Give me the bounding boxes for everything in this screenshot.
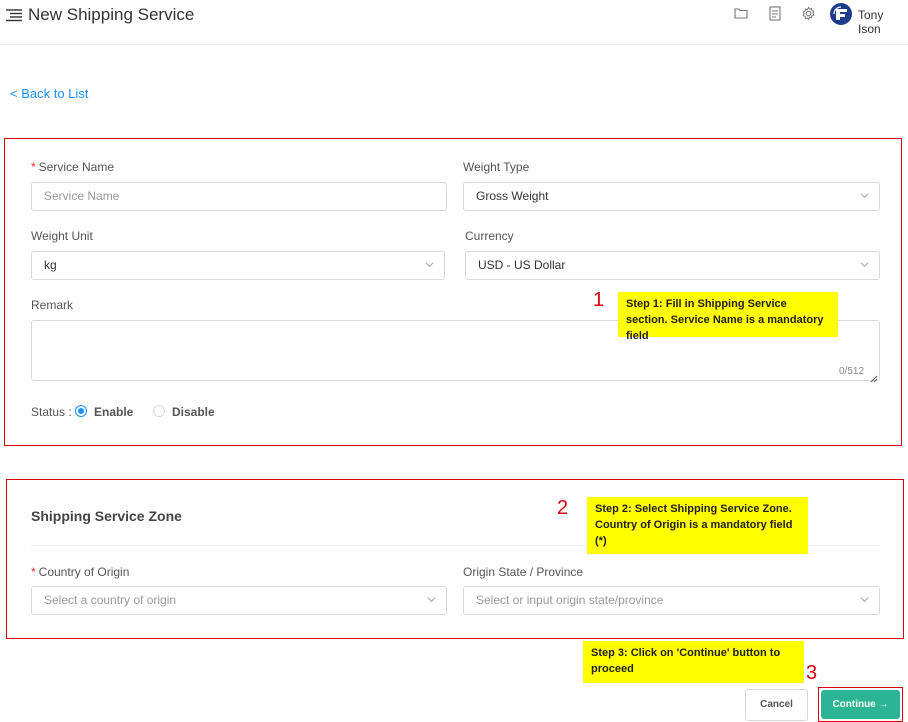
weight-type-label: Weight Type bbox=[463, 160, 530, 174]
weight-type-value: Gross Weight bbox=[476, 189, 549, 203]
settings-icon[interactable] bbox=[801, 6, 817, 22]
remark-label: Remark bbox=[31, 298, 74, 312]
user-name[interactable]: Tony Ison bbox=[858, 8, 908, 36]
country-label: * Country of Origin bbox=[31, 565, 130, 579]
zone-title: Shipping Service Zone bbox=[31, 508, 182, 524]
step2-callout: Step 2: Select Shipping Service Zone. Co… bbox=[587, 497, 808, 554]
chevron-down-icon bbox=[427, 597, 436, 603]
status-disable-label[interactable]: Disable bbox=[172, 405, 215, 419]
state-label: Origin State / Province bbox=[463, 565, 584, 579]
header-divider bbox=[0, 44, 908, 45]
chevron-down-icon bbox=[860, 597, 869, 603]
page-title: New Shipping Service bbox=[28, 5, 195, 24]
country-placeholder: Select a country of origin bbox=[44, 593, 177, 607]
weight-unit-label: Weight Unit bbox=[31, 229, 93, 243]
service-name-label: * Service Name bbox=[31, 160, 115, 174]
user-avatar[interactable] bbox=[830, 3, 852, 25]
step3-number: 3 bbox=[806, 662, 818, 684]
document-icon[interactable] bbox=[768, 6, 784, 22]
step3-callout: Step 3: Click on 'Continue' button to pr… bbox=[583, 641, 804, 683]
continue-highlight: Continue → bbox=[818, 687, 903, 722]
status-label: Status : bbox=[31, 405, 72, 419]
state-select[interactable]: Select or input origin state/province bbox=[463, 586, 880, 615]
chevron-down-icon bbox=[860, 193, 869, 199]
chevron-down-icon bbox=[425, 262, 434, 268]
menu-icon[interactable] bbox=[6, 8, 22, 22]
status-enable-radio[interactable] bbox=[75, 405, 87, 417]
currency-select[interactable]: USD - US Dollar bbox=[465, 251, 880, 280]
cancel-button[interactable]: Cancel bbox=[745, 689, 808, 721]
service-name-input[interactable]: Service Name bbox=[31, 182, 447, 211]
currency-value: USD - US Dollar bbox=[478, 258, 566, 272]
status-disable-radio[interactable] bbox=[153, 405, 165, 417]
back-to-list-link[interactable]: < Back to List bbox=[10, 86, 88, 101]
step2-number: 2 bbox=[557, 497, 569, 519]
folder-icon[interactable] bbox=[734, 6, 750, 22]
resize-handle-icon[interactable] bbox=[869, 370, 878, 383]
currency-label: Currency bbox=[465, 229, 514, 243]
step1-callout: Step 1: Fill in Shipping Service section… bbox=[618, 292, 838, 342]
remark-char-counter: 0/512 bbox=[839, 366, 865, 377]
chevron-down-icon bbox=[860, 262, 869, 268]
state-placeholder: Select or input origin state/province bbox=[476, 593, 664, 607]
status-enable-label[interactable]: Enable bbox=[94, 405, 133, 419]
weight-type-select[interactable]: Gross Weight bbox=[463, 182, 880, 211]
country-select[interactable]: Select a country of origin bbox=[31, 586, 447, 615]
continue-button[interactable]: Continue → bbox=[821, 690, 900, 719]
weight-unit-select[interactable]: kg bbox=[31, 251, 445, 280]
step1-number: 1 bbox=[593, 289, 605, 311]
weight-unit-value: kg bbox=[44, 258, 57, 272]
